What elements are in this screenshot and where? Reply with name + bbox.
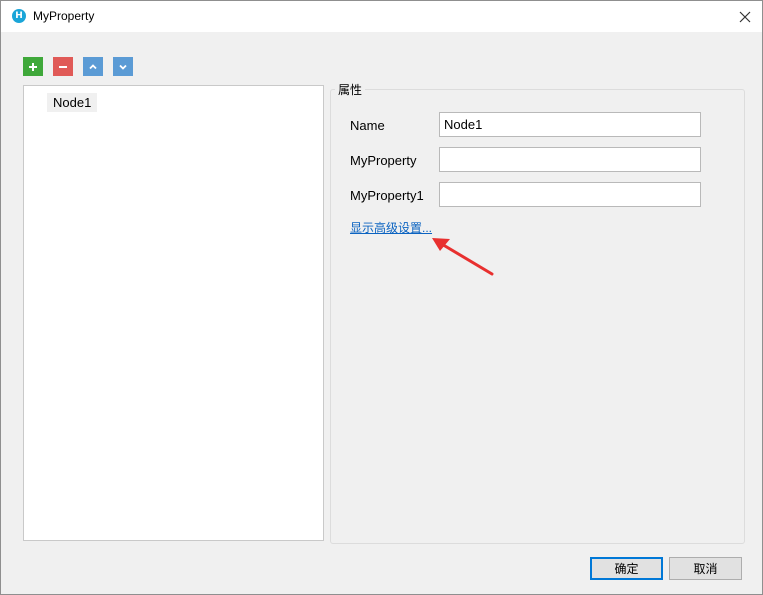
show-advanced-settings-link[interactable]: 显示高级设置... (350, 219, 432, 236)
myproperty-field[interactable] (439, 147, 701, 172)
move-up-button[interactable] (83, 57, 103, 76)
myproperty-label: MyProperty (350, 153, 417, 168)
move-down-button[interactable] (113, 57, 133, 76)
tree-node[interactable]: Node1 (47, 93, 98, 112)
chevron-up-icon (89, 63, 97, 69)
close-icon (739, 11, 751, 22)
remove-node-button[interactable] (53, 57, 73, 76)
window-title: MyProperty (33, 9, 95, 23)
chevron-down-icon (119, 64, 127, 70)
title-bar[interactable]: H MyProperty (1, 1, 762, 32)
name-field[interactable] (439, 112, 701, 137)
properties-group-title: 属性 (335, 81, 366, 98)
ok-button[interactable]: 确定 (590, 557, 663, 580)
add-node-button[interactable] (23, 57, 43, 76)
close-button[interactable] (728, 1, 762, 32)
plus-icon (29, 62, 37, 71)
name-label: Name (350, 118, 385, 133)
myproperty1-label: MyProperty1 (350, 188, 424, 203)
node-tree[interactable]: Node1 (23, 85, 324, 541)
annotation-arrow-icon (432, 238, 494, 276)
minus-icon (59, 65, 67, 68)
app-icon: H (12, 9, 26, 23)
myproperty1-field[interactable] (439, 182, 701, 207)
cancel-button[interactable]: 取消 (669, 557, 742, 580)
dialog-window: H MyProperty Node1 属性 Name MyPro (0, 0, 763, 595)
